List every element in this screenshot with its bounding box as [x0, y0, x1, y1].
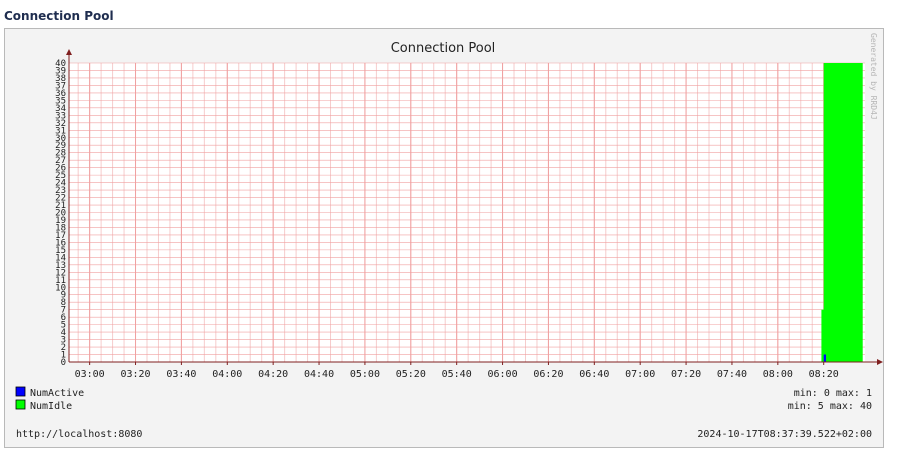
connection-pool-chart: Connection Pool Generated by RRD4J 03:00 03… — [15, 33, 883, 440]
y-tick-label: 40 — [55, 59, 66, 69]
x-tick-label: 08:20 — [809, 369, 839, 380]
x-tick-label: 03:00 — [75, 369, 105, 380]
x-tick-label: 06:20 — [533, 369, 563, 380]
x-axis-arrow — [877, 359, 883, 365]
x-tick-label: 05:20 — [396, 369, 426, 380]
x-tick-label: 03:20 — [120, 369, 150, 380]
x-tick-label: 06:00 — [488, 369, 518, 380]
chart-frame: Connection Pool Generated by RRD4J 03:00 03… — [4, 28, 884, 448]
page-title: Connection Pool — [4, 9, 114, 23]
legend-label-numidle: NumIdle — [30, 401, 72, 412]
y-axis-arrow — [66, 49, 72, 55]
legend-swatch-numidle — [15, 399, 26, 410]
legend-label-numactive: NumActive — [30, 388, 84, 399]
x-tick-label: 07:00 — [625, 369, 655, 380]
x-tick-label: 08:00 — [763, 369, 793, 380]
x-tick-label: 05:00 — [350, 369, 380, 380]
legend-swatch-numactive — [15, 386, 26, 397]
series-area-numidle — [821, 63, 863, 362]
footer-host: http://localhost:8080 — [16, 429, 142, 440]
watermark: Generated by RRD4J — [869, 33, 878, 120]
legend-stats-numactive: min: 0 max: 1 — [794, 388, 872, 399]
footer-timestamp: 2024-10-17T08:37:39.522+02:00 — [697, 429, 872, 440]
x-tick-label: 04:40 — [304, 369, 334, 380]
x-tick-label: 06:40 — [579, 369, 609, 380]
x-tick-label: 07:40 — [717, 369, 747, 380]
x-tick-label: 04:00 — [212, 369, 242, 380]
x-tick-label: 03:40 — [166, 369, 196, 380]
x-tick-label: 07:20 — [671, 369, 701, 380]
x-tick-label: 05:40 — [442, 369, 472, 380]
legend-stats-numidle: min: 5 max: 40 — [788, 401, 872, 412]
x-tick-label: 04:20 — [258, 369, 288, 380]
chart-title: Connection Pool — [391, 41, 496, 56]
